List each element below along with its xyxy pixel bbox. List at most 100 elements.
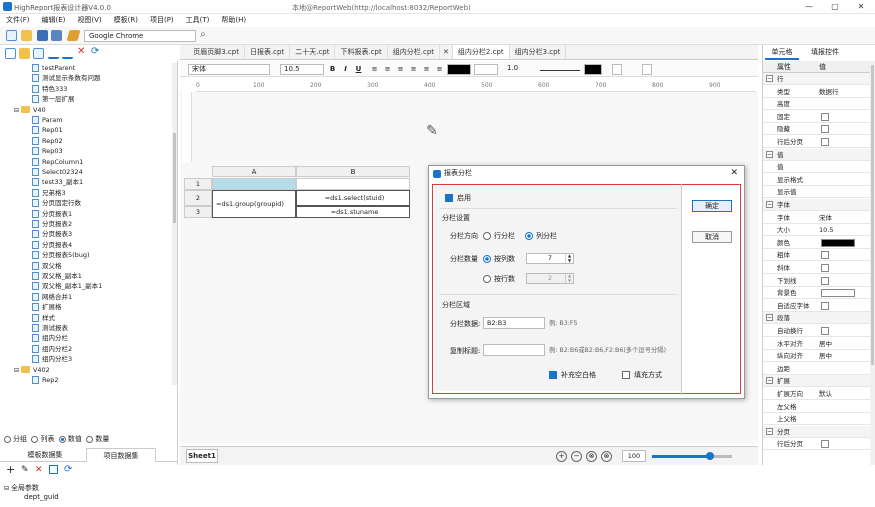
property-row[interactable]: 水平对齐 居中 <box>763 338 870 350</box>
sheet-tab[interactable]: Sheet1 <box>186 449 218 463</box>
fill-blank-checkbox[interactable] <box>549 371 557 379</box>
fill-mode-checkbox[interactable] <box>622 371 630 379</box>
columns-count-stepper[interactable]: 7 ▲ ▼ <box>526 253 574 264</box>
tab-template-dataset[interactable]: 模板数据集 <box>10 448 80 462</box>
property-row[interactable]: 类型 数据行 <box>763 86 870 98</box>
property-checkbox[interactable] <box>821 264 829 272</box>
zoom-out-icon[interactable]: ⊗ <box>586 451 597 462</box>
close-window-button[interactable]: ✕ <box>848 0 874 14</box>
tree-item[interactable]: 双父格_副本1_副本1 <box>32 281 102 291</box>
refresh-icon[interactable]: ⟳ <box>64 464 72 476</box>
radio-by-rows[interactable] <box>483 275 491 283</box>
tree-item[interactable]: 第一层扩展 <box>32 94 75 104</box>
line-color-picker[interactable] <box>584 64 602 75</box>
delete-icon[interactable]: ✕ <box>77 46 88 57</box>
new-report-icon[interactable] <box>33 48 44 59</box>
cancel-button[interactable]: 取消 <box>692 231 732 243</box>
ok-button[interactable]: 确定 <box>692 200 732 212</box>
tree-item[interactable]: 双父格_副本1 <box>32 271 82 281</box>
save-icon[interactable] <box>37 30 48 41</box>
property-row[interactable]: 字体 宋体 <box>763 212 870 224</box>
row-header-2[interactable]: 2 <box>184 190 212 206</box>
property-checkbox[interactable] <box>821 276 829 285</box>
zoom-value[interactable]: 100 <box>622 450 646 462</box>
tree-item[interactable]: Rep03 <box>32 146 63 156</box>
tree-item[interactable]: Select02324 <box>32 167 83 177</box>
align-top-icon[interactable]: ≡ <box>409 64 418 74</box>
delete-icon[interactable]: ✕ <box>35 464 43 476</box>
property-value[interactable]: 居中 <box>819 350 832 362</box>
rows-count-stepper[interactable]: 2 ▲ ▼ <box>526 273 574 284</box>
collapse-icon[interactable]: − <box>766 150 773 158</box>
edit-icon[interactable]: ✎ <box>21 464 29 476</box>
open-folder-icon[interactable] <box>21 30 32 41</box>
tree-scrollbar[interactable] <box>172 63 177 385</box>
tree-item[interactable]: 分页报表3 <box>32 229 72 239</box>
border-icon[interactable] <box>612 64 622 75</box>
font-color-picker[interactable] <box>447 64 471 75</box>
collapse-icon[interactable]: − <box>766 314 773 322</box>
doc-tab[interactable]: 页眉页脚3.cpt <box>188 45 245 59</box>
doc-tab[interactable]: 组内分栏3.cpt <box>510 45 567 59</box>
align-bottom-icon[interactable]: ≡ <box>435 64 444 74</box>
tab-fill-widget[interactable]: 填报控件 <box>803 45 847 60</box>
property-row[interactable]: 纵向对齐 居中 <box>763 350 870 363</box>
export-icon[interactable] <box>62 48 73 59</box>
doc-tab-active[interactable]: 组内分栏2.cpt <box>452 45 510 59</box>
browser-select[interactable]: Google Chrome <box>84 30 196 42</box>
cell-a1[interactable] <box>212 178 296 190</box>
tree-item-global-params[interactable]: ⊟ 全局参数 <box>4 483 174 493</box>
property-group[interactable]: − 分页 <box>763 425 870 438</box>
stepper-arrows-icon[interactable]: ▲ ▼ <box>565 273 573 283</box>
import-icon[interactable] <box>48 48 59 59</box>
tree-item[interactable]: 扩展格 <box>32 302 62 312</box>
column-header-a[interactable]: A <box>212 166 296 177</box>
doc-tab[interactable]: 日报表.cpt <box>245 45 291 59</box>
line-style-select[interactable] <box>540 64 580 71</box>
collapse-icon[interactable]: ⊟ <box>14 367 21 374</box>
collapse-icon[interactable]: − <box>766 75 773 82</box>
property-value[interactable]: 默认 <box>819 388 832 400</box>
align-left-icon[interactable]: ≡ <box>370 64 379 74</box>
tree-item[interactable]: 分页报表4 <box>32 240 72 250</box>
radio-by-columns[interactable] <box>483 255 491 263</box>
property-row[interactable]: 显示值 <box>763 186 870 199</box>
line-width-select[interactable]: 1.0 <box>504 64 536 75</box>
zoom-slider-knob[interactable] <box>705 452 714 460</box>
color-swatch[interactable] <box>821 238 855 247</box>
property-checkbox[interactable] <box>821 138 829 146</box>
add-icon[interactable]: + <box>6 464 15 476</box>
property-row[interactable]: 扩展方向 默认 <box>763 388 870 400</box>
property-group[interactable]: − 扩展 <box>763 375 870 388</box>
merge-cells-icon[interactable] <box>642 64 652 75</box>
property-group[interactable]: − 段落 <box>763 312 870 325</box>
collapse-icon[interactable]: ⊟ <box>14 107 21 114</box>
property-scroll-thumb[interactable] <box>871 65 874 365</box>
property-row[interactable]: 背景色 <box>763 287 870 300</box>
tree-item[interactable]: 分页报表1 <box>32 209 72 219</box>
property-row[interactable]: 隐藏 <box>763 123 870 136</box>
radio-value-mode[interactable] <box>58 435 66 443</box>
menu-tools[interactable]: 工具(T) <box>180 14 216 27</box>
underline-button[interactable]: U <box>354 64 363 74</box>
property-row[interactable]: 行后分页 <box>763 136 870 148</box>
tree-item[interactable]: 网络合并1 <box>32 292 72 302</box>
collapse-icon[interactable]: − <box>766 427 773 435</box>
save-all-icon[interactable] <box>51 30 62 41</box>
property-row[interactable]: 行后分页 <box>763 438 870 451</box>
preview-brush-icon[interactable] <box>66 30 81 41</box>
radio-row-split[interactable] <box>483 232 491 240</box>
property-group[interactable]: − 字体 <box>763 199 870 211</box>
menu-view[interactable]: 视图(V) <box>71 14 107 27</box>
tree-item[interactable]: 测试显示条数有问题 <box>32 73 101 83</box>
collapse-icon[interactable]: − <box>766 377 773 385</box>
remove-sheet-icon[interactable]: − <box>571 451 582 462</box>
property-row[interactable]: 边距 <box>763 363 870 375</box>
tree-item[interactable]: 组内分栏2 <box>32 344 72 354</box>
minimize-button[interactable]: — <box>796 0 822 14</box>
maximize-button[interactable]: ▢ <box>822 0 848 14</box>
property-checkbox[interactable] <box>821 125 829 134</box>
tab-project-dataset[interactable]: 项目数据集 <box>86 448 156 462</box>
property-value[interactable]: 居中 <box>819 338 832 350</box>
add-sheet-icon[interactable]: + <box>556 451 567 462</box>
